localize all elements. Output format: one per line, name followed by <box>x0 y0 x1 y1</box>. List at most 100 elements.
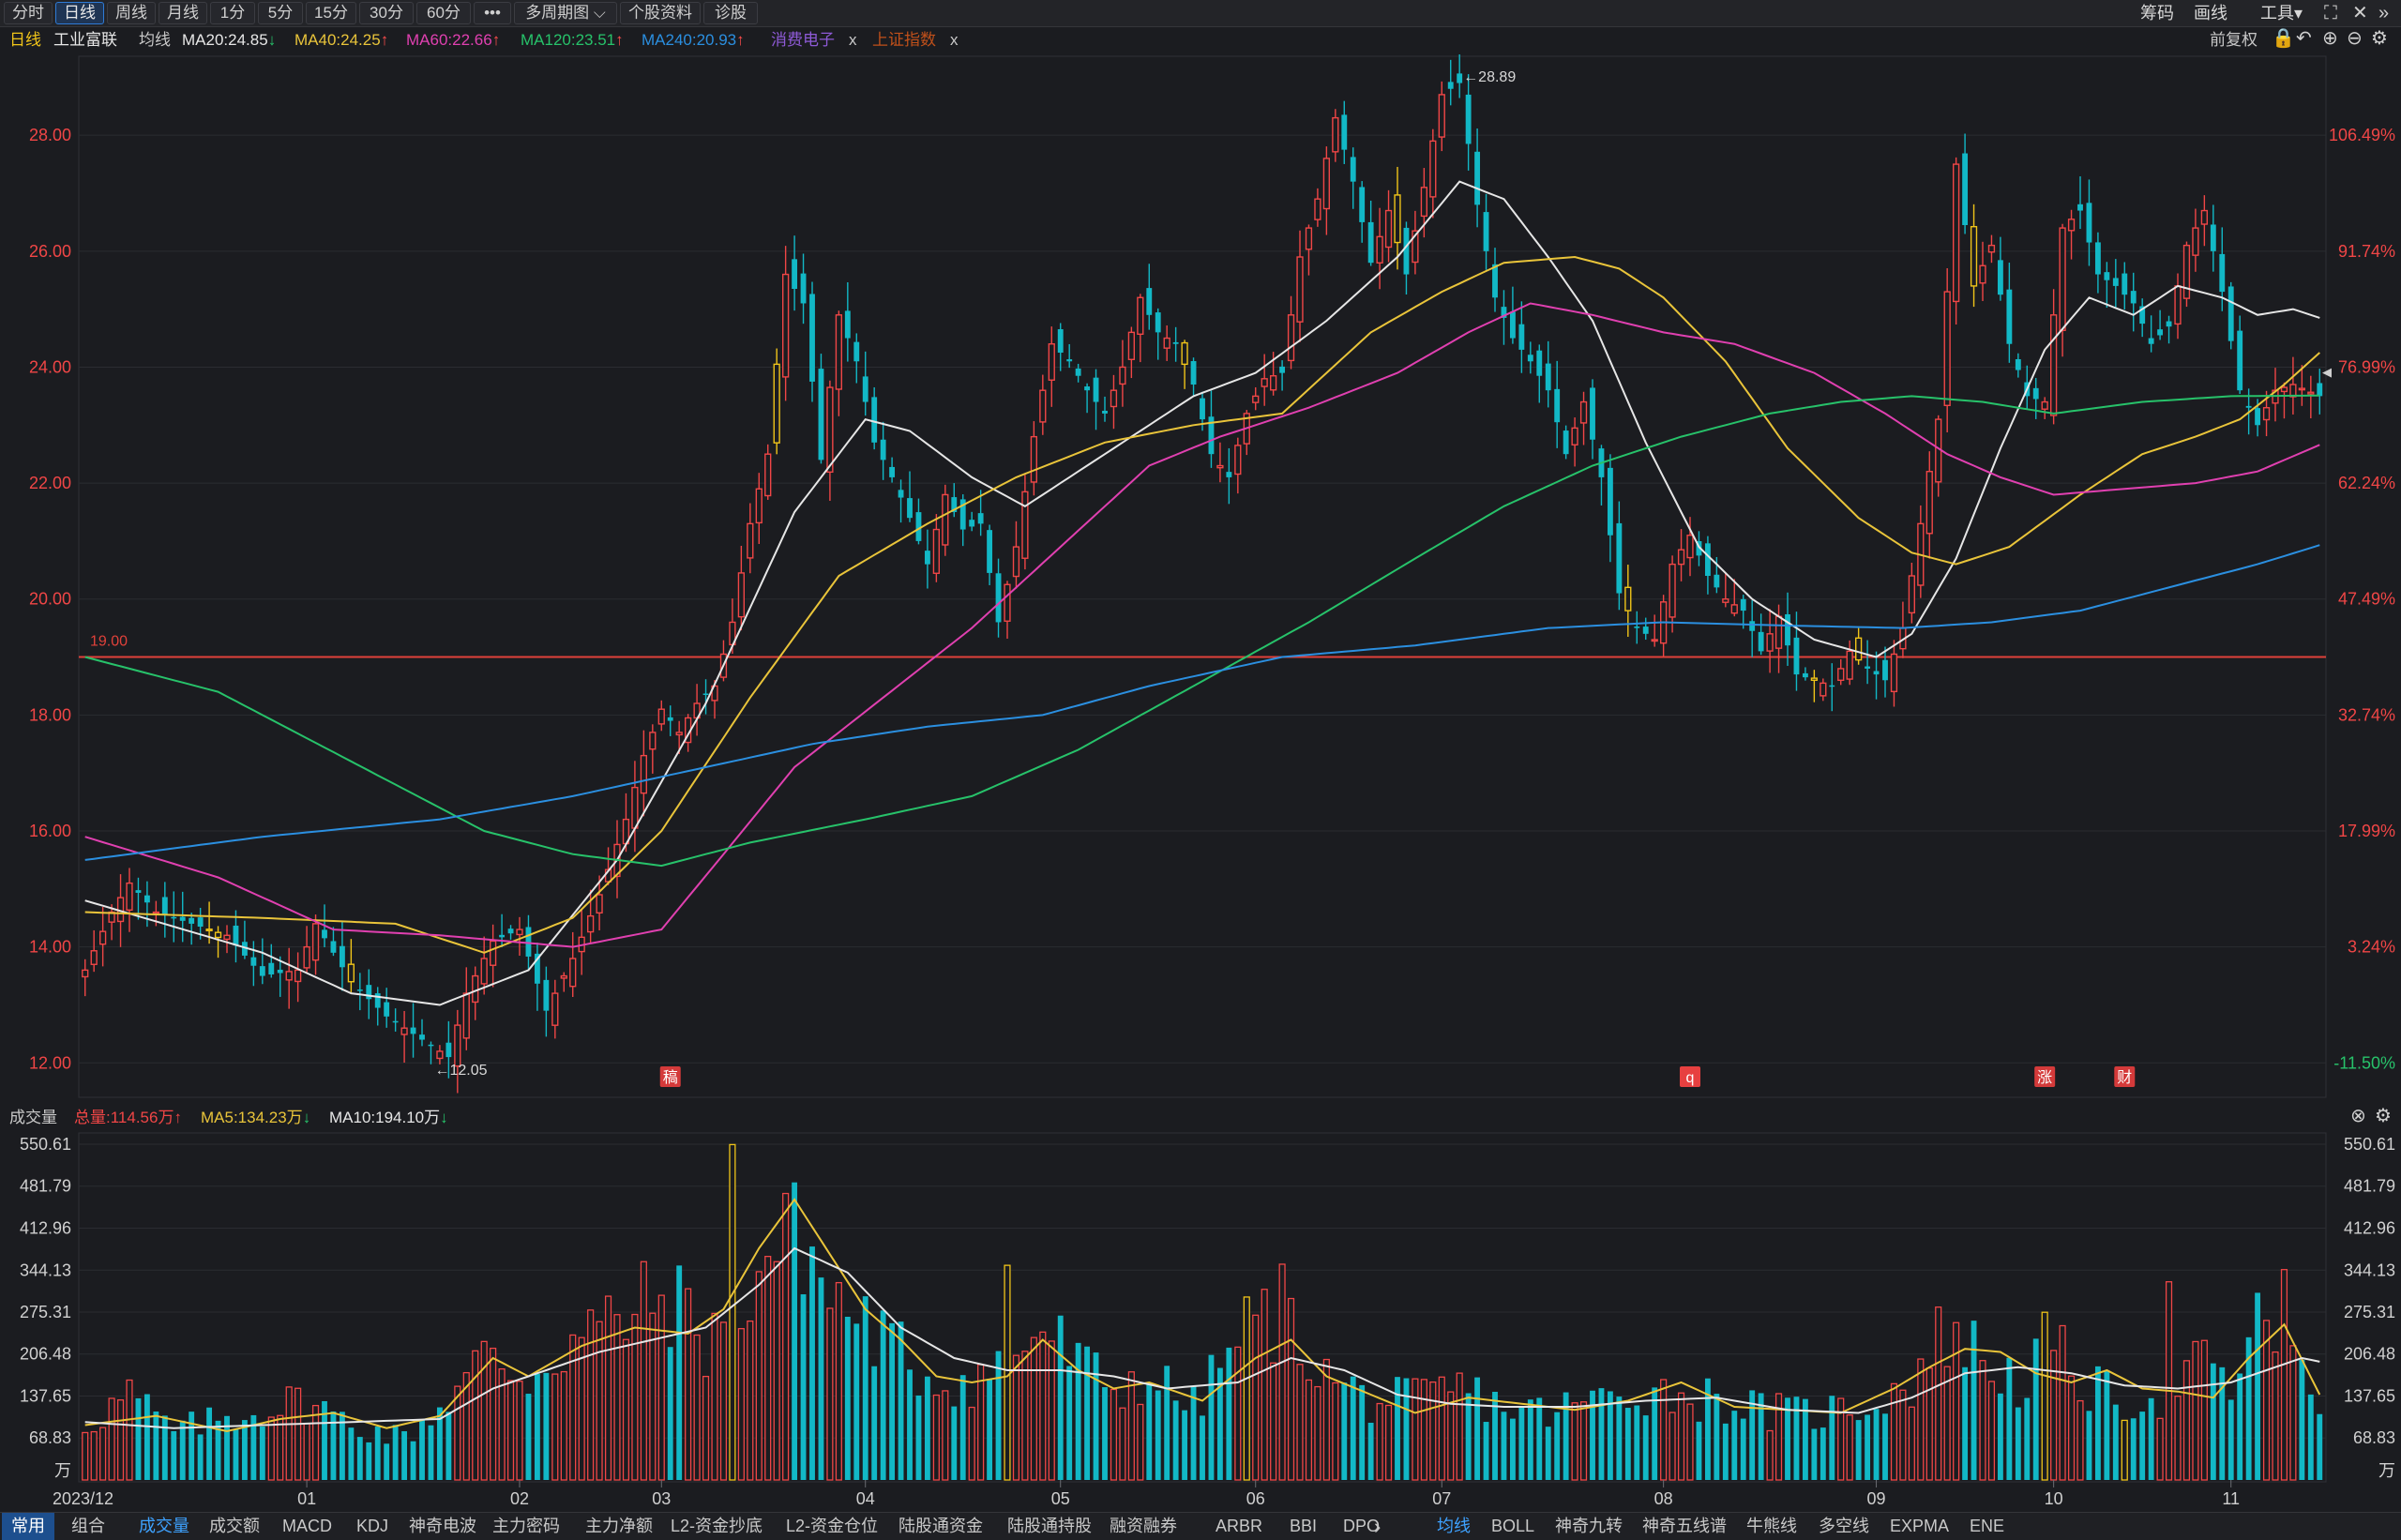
volume-bar[interactable] <box>2024 1397 2031 1480</box>
volume-bar[interactable] <box>1305 1379 1313 1481</box>
candle-body[interactable] <box>445 1042 452 1058</box>
indicator-tab-7[interactable]: L2-资金抄底 <box>671 1513 763 1540</box>
volume-bar[interactable] <box>871 1366 878 1480</box>
volume-bar[interactable] <box>693 1334 701 1481</box>
volume-settings-icon[interactable]: ⚙ <box>2375 1105 2392 1127</box>
volume-bar[interactable] <box>853 1323 860 1480</box>
candle-body[interactable] <box>675 732 683 736</box>
candle-body[interactable] <box>2227 286 2234 341</box>
candle-body[interactable] <box>2041 400 2048 410</box>
candle-body[interactable] <box>1021 491 1029 559</box>
volume-bar[interactable] <box>1616 1397 1623 1480</box>
candle-body[interactable] <box>259 966 265 976</box>
volume-bar[interactable] <box>1527 1399 1533 1480</box>
volume-bar[interactable] <box>1855 1420 1862 1480</box>
volume-bar[interactable] <box>676 1265 683 1480</box>
candle-body[interactable] <box>392 1020 399 1023</box>
candle-body[interactable] <box>924 551 930 565</box>
overlay-tab-0[interactable]: 均线 <box>1437 1513 1471 1540</box>
volume-bar[interactable] <box>1483 1422 1489 1480</box>
volume-bar[interactable] <box>1039 1331 1047 1481</box>
volume-bar[interactable] <box>1971 1321 1977 1480</box>
candle-body[interactable] <box>268 962 275 974</box>
candle-body[interactable] <box>152 911 159 914</box>
ma-legend-1[interactable]: MA40:24.25↑ <box>294 27 388 53</box>
volume-bar[interactable] <box>2121 1419 2128 1481</box>
candle-body[interactable] <box>1146 288 1153 315</box>
candle-body[interactable] <box>126 882 133 912</box>
period-button-8[interactable]: 60分 <box>416 2 471 24</box>
overlay-tab-5[interactable]: 多空线 <box>1819 1513 1869 1540</box>
volume-bar[interactable] <box>959 1375 966 1480</box>
volume-bar[interactable] <box>153 1412 159 1480</box>
overlay-tag-1[interactable]: 上证指数 <box>872 27 936 53</box>
overlay-close-icon[interactable]: x <box>849 27 857 53</box>
candle-body[interactable] <box>782 273 790 378</box>
volume-bar[interactable] <box>356 1437 363 1480</box>
candle-body[interactable] <box>977 513 984 524</box>
candle-body[interactable] <box>1882 659 1888 681</box>
volume-bar[interactable] <box>1837 1397 1845 1481</box>
candle-body[interactable] <box>898 490 904 498</box>
candle-body[interactable] <box>1810 677 1818 681</box>
period-button-11[interactable]: 个股资料 <box>620 2 701 24</box>
volume-bar[interactable] <box>844 1316 851 1480</box>
volume-bar[interactable] <box>490 1347 497 1481</box>
candle-body[interactable] <box>1305 227 1313 250</box>
chip-tool-button[interactable]: 筹码 <box>2140 2 2174 24</box>
settings-icon[interactable]: ⚙ <box>2371 27 2388 50</box>
candle-body[interactable] <box>1287 314 1295 362</box>
period-button-1[interactable]: 日线 <box>55 2 104 24</box>
candle-body[interactable] <box>835 314 842 390</box>
candle-body[interactable] <box>1322 158 1330 210</box>
volume-bar[interactable] <box>1048 1340 1055 1481</box>
candle-body[interactable] <box>1216 464 1224 469</box>
overlay-tab-3[interactable]: 神奇五线谱 <box>1642 1513 1727 1540</box>
volume-bar[interactable] <box>1102 1387 1108 1480</box>
candle-body[interactable] <box>90 950 98 965</box>
volume-bar[interactable] <box>1571 1402 1578 1481</box>
volume-bar[interactable] <box>764 1256 772 1481</box>
volume-bar[interactable] <box>951 1406 958 1480</box>
volume-bar[interactable] <box>2041 1311 2048 1481</box>
volume-bar[interactable] <box>702 1375 710 1481</box>
candle-body[interactable] <box>1039 389 1047 423</box>
volume-bar[interactable] <box>889 1322 896 1480</box>
volume-bar[interactable] <box>1829 1396 1835 1480</box>
candle-body[interactable] <box>569 958 577 988</box>
candle-body[interactable] <box>2112 278 2119 286</box>
volume-bar[interactable] <box>915 1395 922 1480</box>
candle-body[interactable] <box>907 498 913 519</box>
candle-body[interactable] <box>1332 116 1339 153</box>
overlay-close-icon[interactable]: x <box>950 27 959 53</box>
candle-body[interactable] <box>436 1050 444 1060</box>
candle-body[interactable] <box>1012 546 1020 578</box>
indicator-tab-9[interactable]: 陆股通资金 <box>898 1513 983 1540</box>
volume-bar[interactable] <box>1997 1393 2003 1480</box>
candle-body[interactable] <box>773 363 780 444</box>
candle-body[interactable] <box>1997 260 2003 295</box>
candle-body[interactable] <box>285 971 293 981</box>
candle-body[interactable] <box>374 993 381 1008</box>
volume-bar[interactable] <box>348 1427 355 1480</box>
candle-body[interactable] <box>161 897 168 915</box>
volume-bar[interactable] <box>1252 1314 1260 1481</box>
candle-body[interactable] <box>189 917 195 924</box>
candle-body[interactable] <box>1554 388 1561 423</box>
volume-bar[interactable] <box>285 1386 293 1481</box>
volume-bar[interactable] <box>587 1309 595 1481</box>
volume-bar[interactable] <box>2255 1292 2261 1480</box>
candle-body[interactable] <box>525 927 532 957</box>
close-icon[interactable]: ✕ <box>2352 2 2368 24</box>
ma-line-ma40[interactable] <box>84 255 2320 954</box>
candle-body[interactable] <box>1252 395 1260 403</box>
candle-body[interactable] <box>1749 621 1756 631</box>
volume-bar[interactable] <box>657 1294 665 1481</box>
candle-body[interactable] <box>356 989 363 991</box>
candle-body[interactable] <box>1590 387 1595 440</box>
candle-body[interactable] <box>551 992 559 1026</box>
volume-bar[interactable] <box>2050 1350 2058 1481</box>
volume-bar[interactable] <box>1518 1407 1525 1480</box>
volume-bar[interactable] <box>1137 1403 1144 1481</box>
candle-body[interactable] <box>347 963 355 983</box>
